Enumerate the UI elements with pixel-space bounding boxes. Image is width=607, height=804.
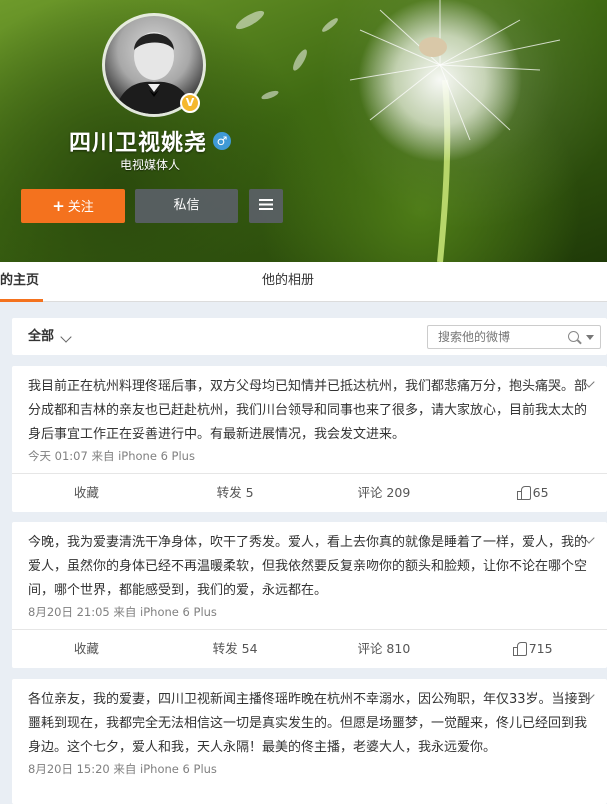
chevron-down-icon[interactable] bbox=[60, 331, 72, 343]
message-button[interactable]: 私信 bbox=[135, 189, 238, 223]
favorite-button[interactable]: 收藏 bbox=[12, 630, 161, 668]
repost-button[interactable]: 转发 5 bbox=[161, 474, 310, 512]
post-card: 今晚，我为爱妻清洗干净身体，吹干了秀发。爱人，看上去你真的就像是睡着了一样，爱人… bbox=[12, 522, 607, 668]
tab-home[interactable]: 的主页 bbox=[0, 262, 44, 302]
caret-down-icon[interactable] bbox=[586, 335, 594, 340]
weibo-search bbox=[427, 325, 601, 349]
more-menu-button[interactable] bbox=[249, 189, 283, 223]
like-button[interactable]: 715 bbox=[458, 630, 607, 668]
comment-button[interactable]: 评论 810 bbox=[310, 630, 459, 668]
favorite-button[interactable]: 收藏 bbox=[12, 474, 161, 512]
comment-button[interactable]: 评论 209 bbox=[310, 474, 459, 512]
profile-cover: V 四川卫视姚尧 ♂ 电视媒体人 + 关注 私信 bbox=[0, 0, 607, 262]
post-meta[interactable]: 8月20日 15:20 来自 iPhone 6 Plus bbox=[12, 760, 607, 778]
thumbs-up-icon bbox=[512, 642, 527, 656]
post-text: 我目前正在杭州料理佟瑶后事，双方父母均已知情并已抵达杭州，我们都悲痛万分，抱头痛… bbox=[28, 379, 588, 442]
profile-tabs: 的主页 他的相册 bbox=[0, 262, 607, 302]
profile-name-row: 四川卫视姚尧 ♂ bbox=[0, 125, 300, 157]
like-count: 65 bbox=[532, 485, 549, 500]
filter-all-dropdown[interactable]: 全部 bbox=[28, 318, 54, 355]
follow-button[interactable]: + 关注 bbox=[21, 189, 125, 223]
plus-icon: + bbox=[52, 197, 65, 215]
hamburger-menu-icon bbox=[259, 199, 273, 210]
post-card: 我目前正在杭州料理佟瑶后事，双方父母均已知情并已抵达杭州，我们都悲痛万分，抱头痛… bbox=[12, 366, 607, 512]
like-count: 715 bbox=[528, 641, 553, 656]
repost-button[interactable]: 转发 54 bbox=[161, 630, 310, 668]
post-text: 各位亲友，我的爱妻，四川卫视新闻主播佟瑶昨晚在杭州不幸溺水，因公殉职，年仅33岁… bbox=[28, 692, 591, 755]
post-actions: 收藏 转发 54 评论 810 715 bbox=[12, 629, 607, 668]
search-icon[interactable] bbox=[568, 331, 579, 342]
post-card: 各位亲友，我的爱妻，四川卫视新闻主播佟瑶昨晚在杭州不幸溺水，因公殉职，年仅33岁… bbox=[12, 679, 607, 804]
verified-badge-icon: V bbox=[180, 93, 200, 113]
tab-album[interactable]: 他的相册 bbox=[262, 262, 314, 302]
like-button[interactable]: 65 bbox=[458, 474, 607, 512]
male-gender-icon: ♂ bbox=[213, 132, 231, 150]
post-meta[interactable]: 今天 01:07 来自 iPhone 6 Plus bbox=[12, 447, 607, 465]
post-meta[interactable]: 8月20日 21:05 来自 iPhone 6 Plus bbox=[12, 603, 607, 621]
post-actions: 收藏 转发 5 评论 209 65 bbox=[12, 473, 607, 512]
profile-name: 四川卫视姚尧 bbox=[68, 131, 207, 156]
post-text: 今晚，我为爱妻清洗干净身体，吹干了秀发。爱人，看上去你真的就像是睡着了一样，爱人… bbox=[28, 535, 588, 598]
thumbs-up-icon bbox=[516, 486, 531, 500]
profile-subtitle: 电视媒体人 bbox=[119, 158, 180, 172]
search-input[interactable] bbox=[438, 326, 558, 348]
follow-button-label: 关注 bbox=[67, 200, 94, 215]
feed-filter-bar: 全部 bbox=[12, 318, 607, 355]
